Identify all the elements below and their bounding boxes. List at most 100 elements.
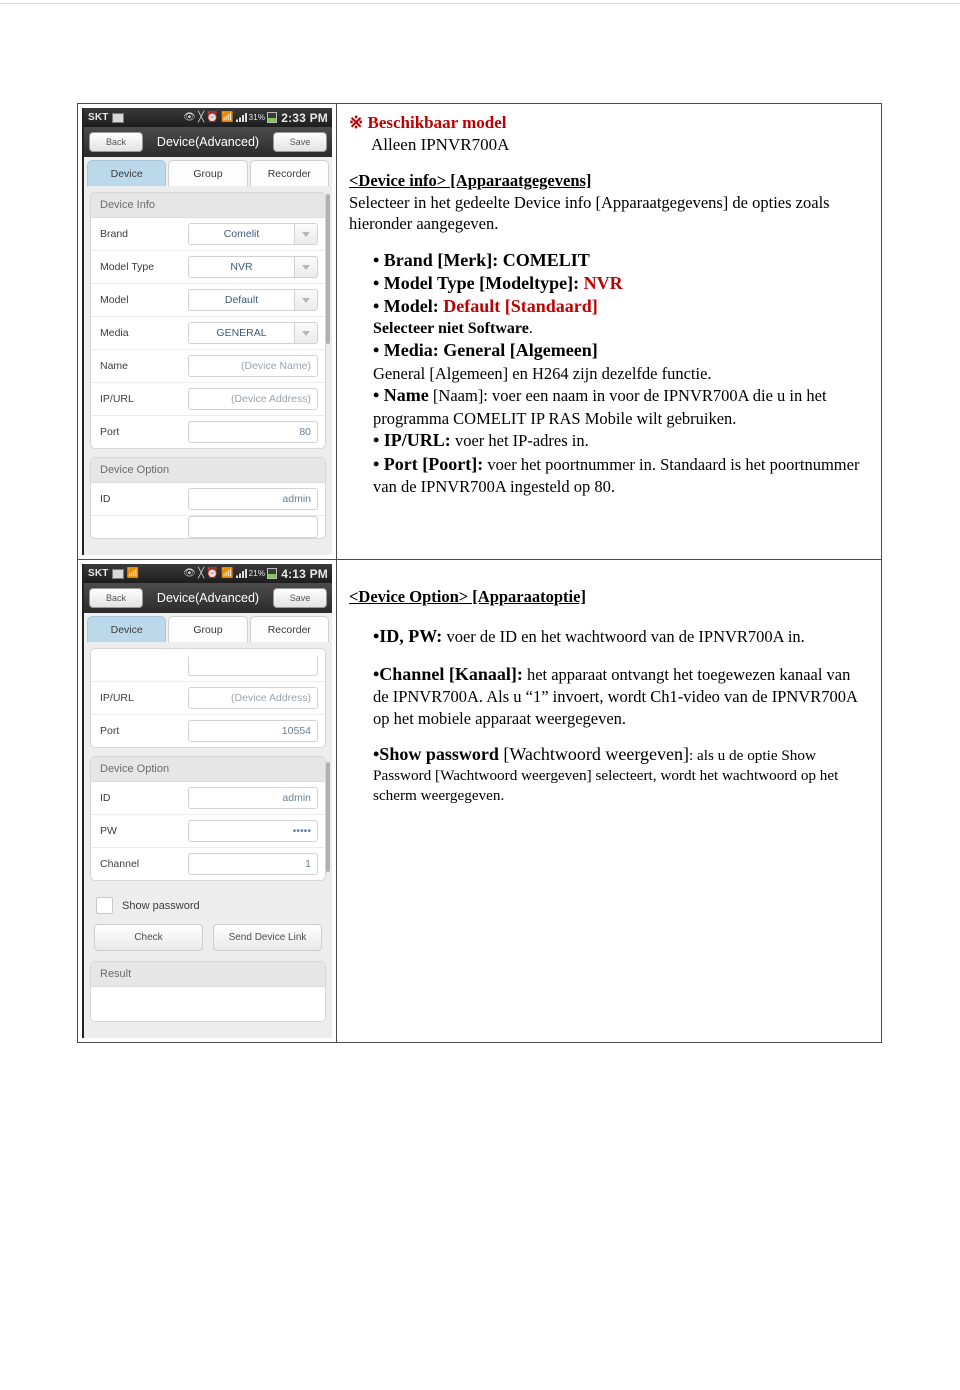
tab-device[interactable]: Device	[87, 160, 167, 186]
available-model-heading: ※ Beschikbaar model	[349, 112, 869, 134]
scrollbar[interactable]	[326, 762, 330, 872]
bluetooth-icon: 📶	[126, 567, 140, 579]
bullet-ipurl-text: voer het IP-adres in.	[450, 431, 589, 451]
row-media[interactable]: Media GENERAL	[91, 317, 325, 350]
show-password-checkbox[interactable]	[96, 897, 113, 914]
text-cell-1: ※ Beschikbaar model Alleen IPNVR700A <De…	[336, 103, 882, 560]
tab-recorder[interactable]: Recorder	[249, 160, 329, 186]
clock-label: 2:33 PM	[281, 110, 328, 125]
bullet-id-pw: •ID, PW: voer de ID en het wachtwoord va…	[373, 625, 869, 648]
device-info-screen: SKT 👁 ╳ ⏰ 📶 31% 2:33 PM Back Device(Adva…	[82, 108, 332, 555]
chevron-down-icon[interactable]	[294, 223, 318, 245]
device-option-section-title: <Device Option> [Apparaatoptie]	[349, 587, 586, 606]
wifi-icon: 📶	[220, 567, 234, 579]
device-option-screen: SKT 📶 👁 ╳ ⏰ 📶 21% 4:13 PM Back Device(Ad…	[82, 564, 332, 1038]
result-body	[91, 987, 325, 1021]
chevron-down-icon[interactable]	[294, 289, 318, 311]
nav-bar: Back Device(Advanced) Save	[84, 127, 332, 157]
bullet-model-type: • Model Type [Modeltype]: NVR	[373, 272, 869, 295]
device-info-card-partial: IP/URL (Device Address) Port 10554	[90, 648, 326, 748]
tab-device[interactable]: Device	[87, 616, 167, 642]
row-id-label: ID	[100, 792, 111, 804]
note-not-software: Selecteer niet Software.	[373, 319, 869, 340]
row-name-partial[interactable]	[91, 649, 325, 682]
bullet-model-type-label: • Model Type [Modeltype]:	[373, 272, 584, 293]
eye-off-icon: 👁	[183, 111, 197, 123]
scrollbar[interactable]	[326, 194, 330, 344]
row-name[interactable]: Name (Device Name)	[91, 350, 325, 383]
pw-input[interactable]: •••••	[188, 820, 318, 842]
show-password-label: Show password	[122, 899, 200, 912]
model-select[interactable]: Default	[188, 289, 318, 311]
chevron-down-icon[interactable]	[294, 322, 318, 344]
signal-bars-icon	[235, 569, 247, 578]
row-brand[interactable]: Brand Comelit	[91, 218, 325, 251]
model-type-select[interactable]: NVR	[188, 256, 318, 278]
save-button[interactable]: Save	[273, 132, 327, 152]
media-value: GENERAL	[188, 322, 294, 344]
row-port[interactable]: Port 80	[91, 416, 325, 448]
battery-pct-label: 31%	[248, 113, 266, 122]
ipurl-input[interactable]: (Device Address)	[188, 388, 318, 410]
result-card-title: Result	[91, 962, 325, 987]
screenshot-cell-1: SKT 👁 ╳ ⏰ 📶 31% 2:33 PM Back Device(Adva…	[77, 103, 337, 560]
save-button[interactable]: Save	[273, 588, 327, 608]
row-id[interactable]: ID admin	[91, 782, 325, 815]
tab-group[interactable]: Group	[168, 160, 248, 186]
brand-select[interactable]: Comelit	[188, 223, 318, 245]
row-ipurl[interactable]: IP/URL (Device Address)	[91, 682, 325, 715]
row-channel-label: Channel	[100, 858, 140, 870]
row-model-type[interactable]: Model Type NVR	[91, 251, 325, 284]
tab-bar: Device Group Recorder	[84, 157, 332, 186]
row-model-label: Model	[100, 294, 129, 306]
bullet-channel-label: •Channel [Kanaal]:	[373, 663, 523, 684]
row-media-label: Media	[100, 327, 129, 339]
ipurl-input[interactable]: (Device Address)	[188, 687, 318, 709]
row-port-label: Port	[100, 426, 120, 438]
bullet-show-password-mid: [Wachtwoord weergeven]	[498, 744, 689, 765]
tab-recorder[interactable]: Recorder	[249, 616, 329, 642]
bullet-name-text: [Naam]: voer een naam in voor de IPNVR70…	[373, 386, 827, 428]
row-port[interactable]: Port 10554	[91, 715, 325, 747]
row-name-label: Name	[100, 360, 129, 372]
channel-input[interactable]: 1	[188, 853, 318, 875]
bullet-name-label: • Name	[373, 385, 429, 406]
bullet-name: • Name [Naam]: voer een naam in voor de …	[373, 384, 869, 429]
show-password-row[interactable]: Show password	[90, 889, 326, 920]
id-input[interactable]: admin	[188, 787, 318, 809]
nav-bar: Back Device(Advanced) Save	[84, 583, 332, 613]
battery-icon	[267, 112, 278, 123]
chevron-down-icon[interactable]	[294, 256, 318, 278]
port-input[interactable]: 10554	[188, 720, 318, 742]
device-info-card: Device Info Brand Comelit Model Type NVR…	[90, 192, 326, 449]
status-bar: SKT 📶 👁 ╳ ⏰ 📶 21% 4:13 PM	[84, 564, 332, 583]
back-button[interactable]: Back	[89, 132, 143, 152]
asterisk-icon: ※	[349, 113, 364, 132]
port-input[interactable]: 80	[188, 421, 318, 443]
row-ipurl[interactable]: IP/URL (Device Address)	[91, 383, 325, 416]
row-channel[interactable]: Channel 1	[91, 848, 325, 880]
wifi-icon: 📶	[220, 111, 234, 123]
row-pw-partial[interactable]	[91, 516, 325, 538]
back-button[interactable]: Back	[89, 588, 143, 608]
id-input[interactable]: admin	[188, 488, 318, 510]
brand-value: Comelit	[188, 223, 294, 245]
tab-group[interactable]: Group	[168, 616, 248, 642]
form-scroll-area[interactable]: IP/URL (Device Address) Port 10554 Devic…	[84, 642, 332, 1038]
name-input[interactable]: (Device Name)	[188, 355, 318, 377]
bullet-model-value: Default [Standaard]	[443, 296, 598, 317]
device-info-section-title: <Device info> [Apparaatgegevens]	[349, 171, 592, 191]
row-model[interactable]: Model Default	[91, 284, 325, 317]
form-scroll-area[interactable]: Device Info Brand Comelit Model Type NVR…	[84, 186, 332, 555]
check-button[interactable]: Check	[94, 924, 203, 951]
media-select[interactable]: GENERAL	[188, 322, 318, 344]
row-id[interactable]: ID admin	[91, 483, 325, 516]
available-model-heading-text: Beschikbaar model	[367, 113, 507, 132]
send-device-link-button[interactable]: Send Device Link	[213, 924, 322, 951]
row-model-type-label: Model Type	[100, 261, 155, 273]
picture-icon	[111, 112, 124, 123]
table-row: SKT 📶 👁 ╳ ⏰ 📶 21% 4:13 PM Back Device(Ad…	[77, 559, 882, 1043]
bullet-id-pw-text: voer de ID en het wachtwoord van de IPNV…	[442, 627, 805, 647]
row-pw[interactable]: PW •••••	[91, 815, 325, 848]
note-not-software-bold: Selecteer niet Software	[373, 319, 529, 337]
